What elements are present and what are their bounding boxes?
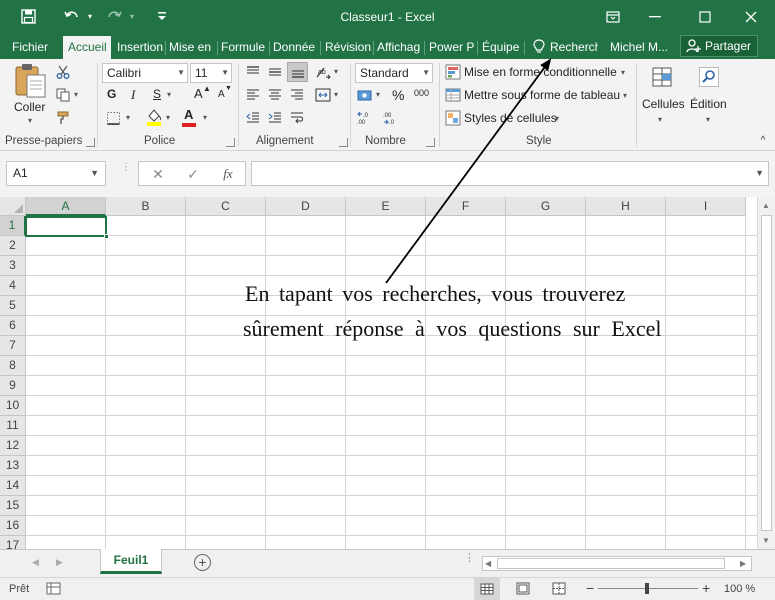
zoom-in-icon[interactable]: + bbox=[702, 581, 710, 595]
page-layout-view-icon[interactable] bbox=[516, 582, 530, 598]
status-ready: Prêt bbox=[9, 583, 30, 595]
horizontal-scroll-thumb[interactable] bbox=[497, 558, 725, 569]
annotation-line-2: sûrement réponse à vos questions sur Exc… bbox=[243, 316, 662, 341]
next-sheet-icon[interactable]: ▶ bbox=[56, 557, 63, 568]
horizontal-scrollbar[interactable]: ◀ ▶ bbox=[482, 556, 752, 571]
normal-view-icon[interactable] bbox=[474, 578, 500, 600]
zoom-out-icon[interactable]: − bbox=[586, 581, 594, 595]
scroll-right-icon[interactable]: ▶ bbox=[740, 559, 746, 568]
previous-sheet-icon[interactable]: ◀ bbox=[32, 557, 39, 568]
add-sheet-icon[interactable]: + bbox=[194, 554, 211, 571]
annotation-line-1: En tapant vos recherches, vous trouverez bbox=[245, 281, 626, 306]
macro-record-icon[interactable] bbox=[46, 582, 62, 596]
sheet-tab-bar: ◀ ▶ Feuil1 + ⋮ ◀ ▶ bbox=[0, 549, 775, 577]
zoom-level[interactable]: 100 % bbox=[724, 583, 755, 595]
tab-splitter-grip-icon[interactable]: ⋮ bbox=[464, 553, 475, 564]
page-break-view-icon[interactable] bbox=[552, 582, 566, 598]
scroll-left-icon[interactable]: ◀ bbox=[485, 559, 491, 568]
zoom-slider-handle[interactable] bbox=[645, 583, 649, 594]
sheet-tab-feuil1[interactable]: Feuil1 bbox=[100, 549, 162, 574]
status-bar: Prêt − + 100 % bbox=[0, 577, 775, 600]
